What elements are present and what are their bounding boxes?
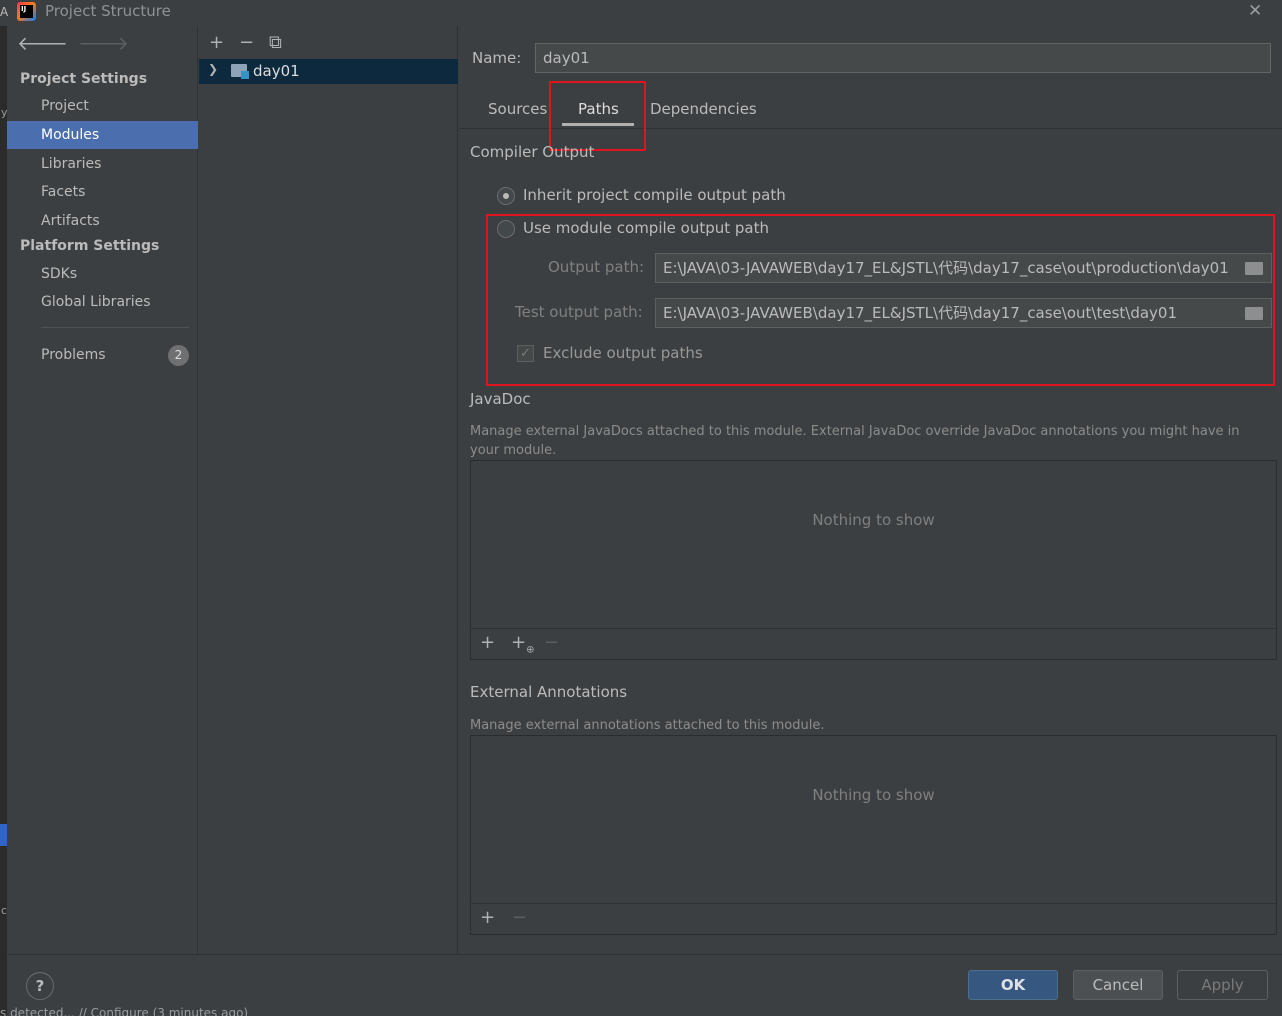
compiler-output-heading: Compiler Output <box>470 143 595 161</box>
background-status-text: s detected... // Configure (3 minutes ag… <box>0 1006 249 1016</box>
external-annotations-heading: External Annotations <box>470 683 628 701</box>
chevron-right-icon[interactable]: ❯ <box>208 62 218 76</box>
tab-sources[interactable]: Sources <box>488 100 547 118</box>
ok-button[interactable]: OK <box>968 970 1058 1000</box>
settings-navigation: 🡐 🡒 Project Settings Project Modules Libr… <box>7 26 198 954</box>
external-annotations-description: Manage external annotations attached to … <box>470 718 825 733</box>
browse-folder-icon[interactable] <box>1245 262 1263 275</box>
intellij-app-icon: IJ <box>17 2 36 21</box>
annotations-toolbar: + − <box>471 903 1276 935</box>
javadoc-toolbar: + +⊕ − <box>471 628 1276 660</box>
exclude-output-label[interactable]: Exclude output paths <box>543 344 703 362</box>
background-selection-marker <box>0 824 7 846</box>
help-icon[interactable]: ? <box>26 972 54 1000</box>
add-icon[interactable]: + <box>480 632 495 653</box>
module-tree-toolbar: + − ⧉ <box>209 32 299 53</box>
back-arrow-icon[interactable]: 🡐 <box>17 33 68 55</box>
nav-item-libraries[interactable]: Libraries <box>7 150 198 178</box>
history-arrows: 🡐 🡒 <box>17 32 129 55</box>
problems-count-badge: 2 <box>168 345 189 366</box>
remove-module-icon[interactable]: − <box>239 32 269 53</box>
add-url-icon[interactable]: +⊕ <box>511 632 534 656</box>
background-window-edge-text: A <box>0 5 9 19</box>
inherit-output-radio[interactable] <box>497 187 515 205</box>
javadoc-list[interactable]: Nothing to show + +⊕ − <box>470 460 1277 660</box>
nav-item-modules[interactable]: Modules <box>7 121 198 149</box>
inherit-output-label[interactable]: Inherit project compile output path <box>523 186 786 204</box>
module-settings-panel: Name: day01 Sources Paths Dependencies C… <box>459 26 1282 954</box>
remove-icon: − <box>544 632 560 653</box>
forward-arrow-icon[interactable]: 🡒 <box>78 33 129 55</box>
module-folder-icon <box>231 64 249 79</box>
platform-settings-heading: Platform Settings <box>20 238 160 254</box>
add-icon[interactable]: + <box>480 907 495 928</box>
remove-icon: − <box>512 907 528 928</box>
exclude-output-checkbox[interactable]: ✓ <box>517 345 534 362</box>
highlight-box-paths-tab <box>549 81 646 151</box>
nav-item-project[interactable]: Project <box>7 92 198 120</box>
javadoc-empty-text: Nothing to show <box>812 511 935 529</box>
project-settings-heading: Project Settings <box>20 71 148 87</box>
tree-row-day01[interactable]: ❯ day01 <box>199 59 458 84</box>
nav-item-facets[interactable]: Facets <box>7 178 198 206</box>
browse-folder-icon[interactable] <box>1245 307 1263 320</box>
nav-divider <box>41 327 189 328</box>
add-module-icon[interactable]: + <box>209 32 239 53</box>
cancel-button[interactable]: Cancel <box>1073 970 1163 1000</box>
tab-dependencies[interactable]: Dependencies <box>650 100 757 118</box>
close-icon[interactable]: ✕ <box>1248 1 1262 21</box>
name-label: Name: <box>472 49 522 67</box>
nav-item-sdks[interactable]: SDKs <box>7 260 198 288</box>
javadoc-description: Manage external JavaDocs attached to thi… <box>470 424 1240 458</box>
output-path-field[interactable]: E:\JAVA\03-JAVAWEB\day17_EL&JSTL\代码\day1… <box>655 253 1272 283</box>
test-output-path-field[interactable]: E:\JAVA\03-JAVAWEB\day17_EL&JSTL\代码\day1… <box>655 298 1272 328</box>
javadoc-heading: JavaDoc <box>470 390 531 408</box>
tree-row-label: day01 <box>253 62 300 80</box>
window-title: Project Structure <box>45 2 171 20</box>
annotations-empty-text: Nothing to show <box>812 786 935 804</box>
test-output-path-label: Test output path: <box>515 303 643 321</box>
external-annotations-list[interactable]: Nothing to show + − <box>470 735 1277 935</box>
apply-button: Apply <box>1177 970 1268 1000</box>
nav-item-artifacts[interactable]: Artifacts <box>7 207 198 235</box>
copy-module-icon[interactable]: ⧉ <box>269 32 299 53</box>
use-module-output-radio[interactable] <box>497 220 515 238</box>
nav-item-global-libraries[interactable]: Global Libraries <box>7 288 198 316</box>
background-window-strip: y c <box>0 26 8 1016</box>
title-bar: A IJ Project Structure ✕ <box>0 0 1282 26</box>
output-path-label: Output path: <box>548 258 645 276</box>
use-module-output-label[interactable]: Use module compile output path <box>523 219 769 237</box>
module-name-input[interactable]: day01 <box>535 43 1271 73</box>
module-tree-panel: + − ⧉ ❯ day01 <box>199 26 458 954</box>
